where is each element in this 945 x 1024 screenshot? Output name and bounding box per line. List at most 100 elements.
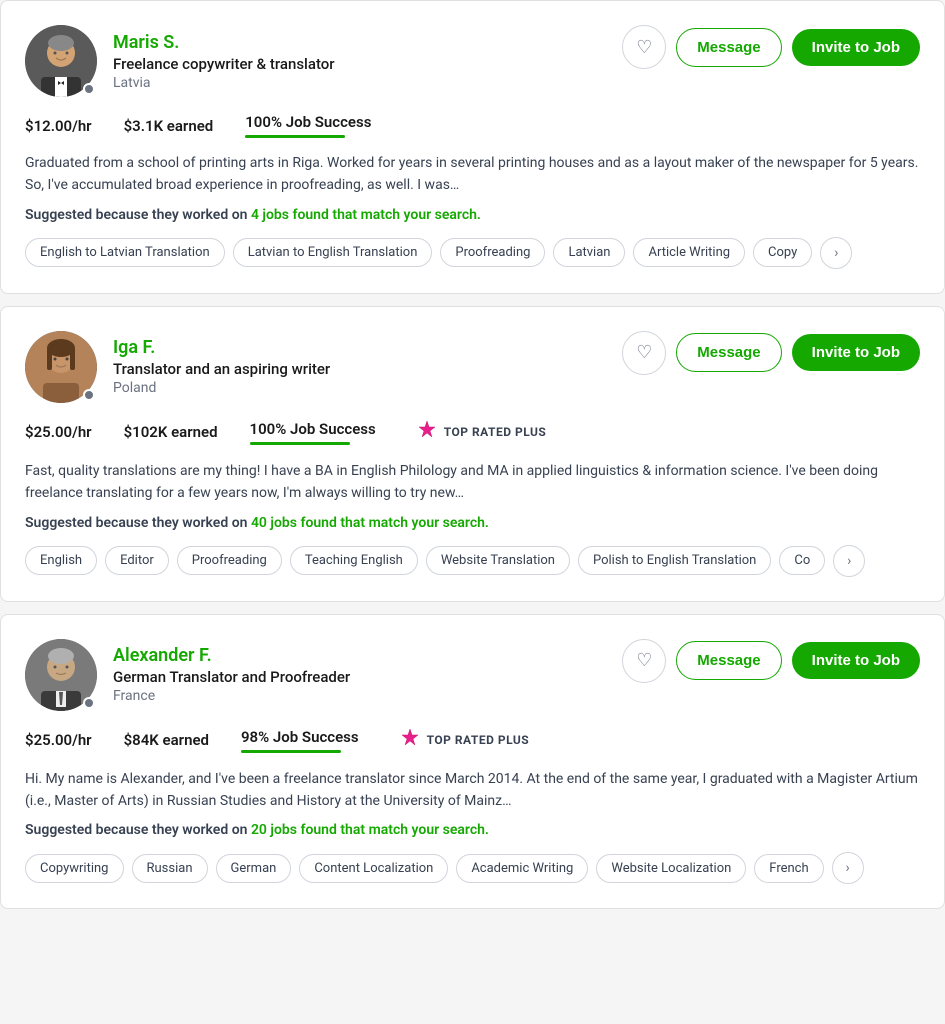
skill-tag[interactable]: Website Localization — [596, 854, 746, 883]
invite-to-job-button[interactable]: Invite to Job — [792, 642, 920, 679]
online-status-dot — [83, 389, 95, 401]
bio-text: Fast, quality translations are my thing!… — [25, 460, 920, 505]
favorite-button[interactable]: ♡ — [622, 331, 666, 375]
freelancer-card-iga: Iga F. Translator and an aspiring writer P… — [0, 306, 945, 602]
card-header: Maris S. Freelance copywriter & translato… — [25, 25, 920, 97]
top-rated-text: TOP RATED PLUS — [444, 425, 547, 439]
skills-row: English to Latvian Translation Latvian to… — [25, 237, 920, 269]
job-success-label: 100% Job Success — [250, 420, 376, 438]
skill-tag[interactable]: Polish to English Translation — [578, 546, 771, 575]
message-button[interactable]: Message — [676, 28, 781, 67]
hourly-rate: $25.00/hr — [25, 423, 92, 441]
job-success-bar — [245, 135, 345, 138]
skill-tag[interactable]: Co — [779, 546, 825, 575]
top-rated-text: TOP RATED PLUS — [427, 733, 530, 747]
suggested-link[interactable]: 4 jobs found that match your search. — [251, 207, 481, 223]
job-success: 98% Job Success — [241, 728, 359, 753]
freelancer-title: Freelance copywriter & translator — [113, 55, 335, 73]
avatar-container — [25, 25, 97, 97]
freelancer-name[interactable]: Alexander F. — [113, 645, 350, 666]
freelancer-name[interactable]: Iga F. — [113, 337, 330, 358]
job-success-label: 98% Job Success — [241, 728, 359, 746]
skill-tag[interactable]: English to Latvian Translation — [25, 238, 225, 267]
skills-chevron-button[interactable]: › — [832, 852, 864, 884]
favorite-button[interactable]: ♡ — [622, 639, 666, 683]
hourly-rate-value: $25.00/hr — [25, 731, 92, 749]
job-success: 100% Job Success — [250, 420, 376, 445]
job-success: 100% Job Success — [245, 113, 371, 138]
card-actions: ♡ Message Invite to Job — [622, 331, 920, 375]
avatar-container — [25, 331, 97, 403]
skill-tag[interactable]: Russian — [132, 854, 208, 883]
online-status-dot — [83, 697, 95, 709]
top-rated-icon — [399, 727, 421, 754]
total-earned: $3.1K earned — [124, 117, 214, 135]
freelancer-name[interactable]: Maris S. — [113, 32, 335, 53]
suggested-link[interactable]: 40 jobs found that match your search. — [251, 515, 489, 531]
top-rated-badge: TOP RATED PLUS — [416, 419, 547, 446]
bio-text: Hi. My name is Alexander, and I've been … — [25, 768, 920, 813]
card-actions: ♡ Message Invite to Job — [622, 639, 920, 683]
freelancer-location: France — [113, 688, 350, 704]
online-status-dot — [83, 83, 95, 95]
skill-tag[interactable]: Latvian to English Translation — [233, 238, 433, 267]
suggested-link[interactable]: 20 jobs found that match your search. — [251, 822, 489, 838]
freelancer-location: Poland — [113, 380, 330, 396]
freelancer-info: Iga F. Translator and an aspiring writer P… — [113, 337, 330, 396]
favorite-button[interactable]: ♡ — [622, 25, 666, 69]
message-button[interactable]: Message — [676, 333, 781, 372]
message-button[interactable]: Message — [676, 641, 781, 680]
skill-tag[interactable]: Latvian — [553, 238, 625, 267]
freelancer-info: Alexander F. German Translator and Proofr… — [113, 645, 350, 704]
freelancer-title: German Translator and Proofreader — [113, 668, 350, 686]
freelancer-card-maris: Maris S. Freelance copywriter & translato… — [0, 0, 945, 294]
stats-row: $25.00/hr $84K earned 98% Job Success TOP … — [25, 727, 920, 754]
skill-tag[interactable]: Editor — [105, 546, 169, 575]
freelancer-title: Translator and an aspiring writer — [113, 360, 330, 378]
skill-tag[interactable]: Content Localization — [299, 854, 448, 883]
bio-text: Graduated from a school of printing arts… — [25, 152, 920, 197]
skill-tag[interactable]: Proofreading — [440, 238, 545, 267]
card-header: Alexander F. German Translator and Proofr… — [25, 639, 920, 711]
card-header-left: Maris S. Freelance copywriter & translato… — [25, 25, 335, 97]
suggested-text: Suggested because they worked on 20 jobs… — [25, 822, 920, 838]
skill-tag[interactable]: Article Writing — [633, 238, 745, 267]
freelancer-location: Latvia — [113, 75, 335, 91]
freelancer-info: Maris S. Freelance copywriter & translato… — [113, 32, 335, 91]
hourly-rate: $12.00/hr — [25, 117, 92, 135]
total-earned: $84K earned — [124, 731, 209, 749]
skill-tag[interactable]: Copy — [753, 238, 812, 267]
card-header: Iga F. Translator and an aspiring writer P… — [25, 331, 920, 403]
skill-tag[interactable]: Teaching English — [290, 546, 418, 575]
invite-to-job-button[interactable]: Invite to Job — [792, 334, 920, 371]
avatar-container — [25, 639, 97, 711]
skill-tag[interactable]: French — [754, 854, 823, 883]
skills-chevron-button[interactable]: › — [833, 545, 865, 577]
skill-tag[interactable]: English — [25, 546, 97, 575]
stats-row: $25.00/hr $102K earned 100% Job Success TO… — [25, 419, 920, 446]
hourly-rate: $25.00/hr — [25, 731, 92, 749]
hourly-rate-value: $12.00/hr — [25, 117, 92, 135]
skill-tag[interactable]: Proofreading — [177, 546, 282, 575]
skills-row: English Editor Proofreading Teaching Englis… — [25, 545, 920, 577]
total-earned-value: $3.1K earned — [124, 117, 214, 135]
job-success-bar — [250, 442, 350, 445]
skill-tag[interactable]: Website Translation — [426, 546, 570, 575]
invite-to-job-button[interactable]: Invite to Job — [792, 29, 920, 66]
skills-row: Copywriting Russian GermanContent Localiza… — [25, 852, 920, 884]
suggested-text: Suggested because they worked on 40 jobs… — [25, 515, 920, 531]
skill-tag[interactable]: Academic Writing — [456, 854, 588, 883]
total-earned-value: $102K earned — [124, 423, 218, 441]
skill-tag[interactable]: Copywriting — [25, 854, 124, 883]
job-success-bar — [241, 750, 341, 753]
stats-row: $12.00/hr $3.1K earned 100% Job Success — [25, 113, 920, 138]
top-rated-icon — [416, 419, 438, 446]
total-earned-value: $84K earned — [124, 731, 209, 749]
card-actions: ♡ Message Invite to Job — [622, 25, 920, 69]
skills-chevron-button[interactable]: › — [820, 237, 852, 269]
skill-tag[interactable]: German — [216, 854, 292, 883]
job-success-label: 100% Job Success — [245, 113, 371, 131]
freelancer-card-alexander: Alexander F. German Translator and Proofr… — [0, 614, 945, 910]
card-header-left: Iga F. Translator and an aspiring writer P… — [25, 331, 330, 403]
card-header-left: Alexander F. German Translator and Proofr… — [25, 639, 350, 711]
